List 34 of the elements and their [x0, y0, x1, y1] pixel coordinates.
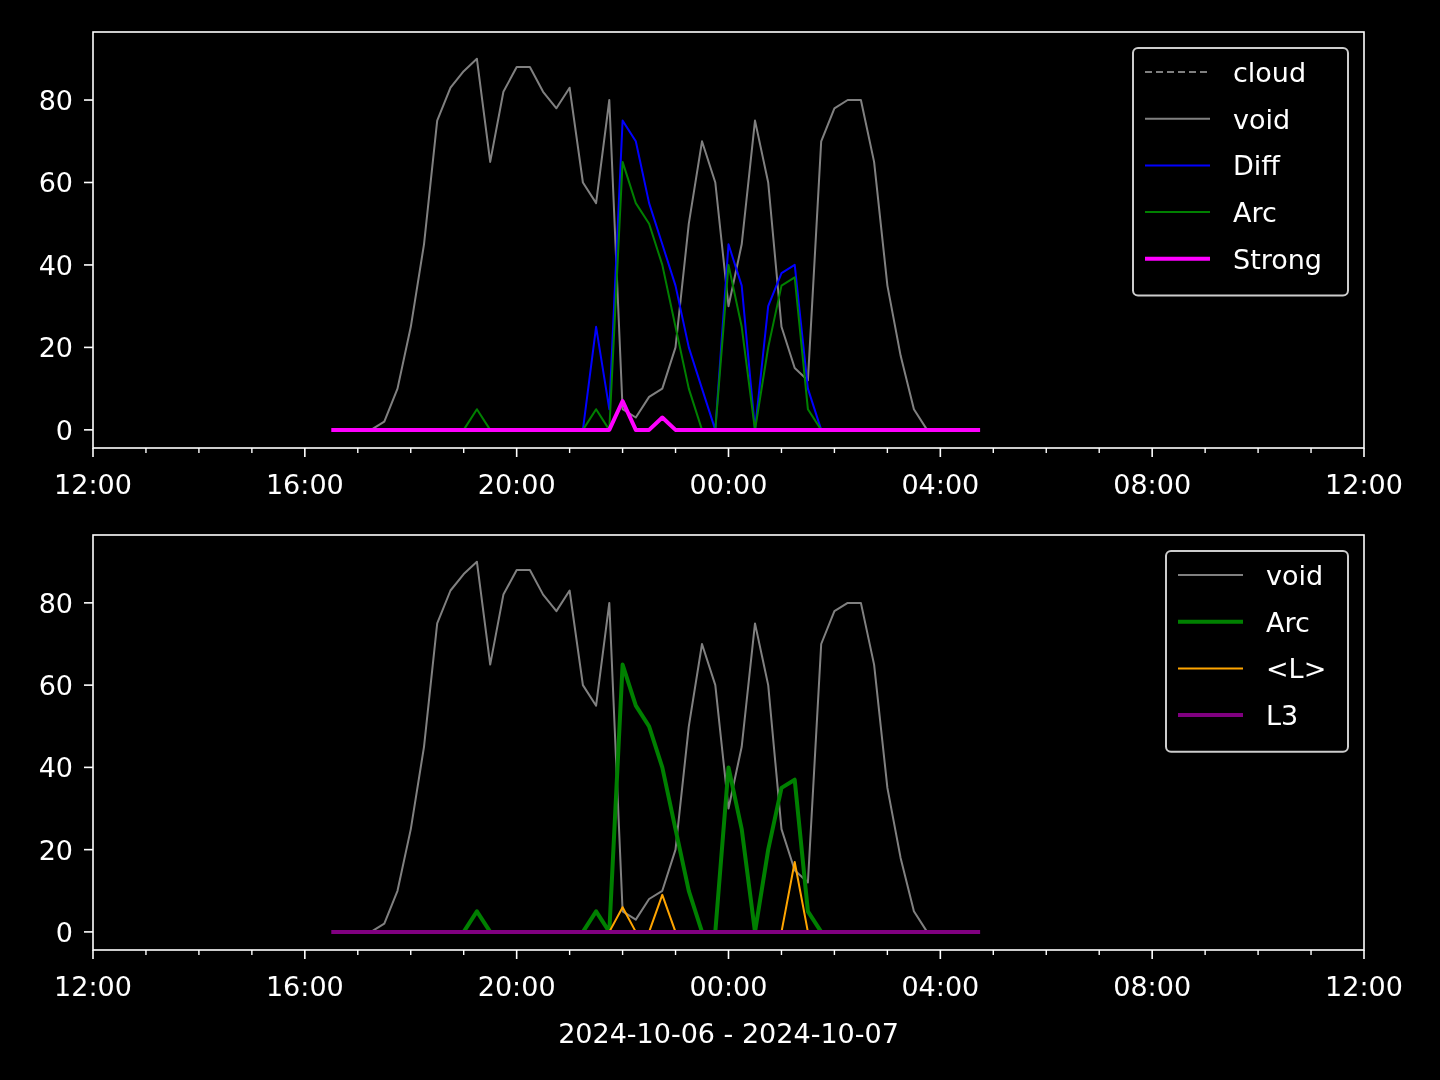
tick-label: 12:00	[1325, 469, 1403, 500]
tick-label: 12:00	[54, 469, 132, 500]
legend-label: Arc	[1266, 606, 1310, 638]
legend-label: Strong	[1233, 243, 1322, 275]
tick-label: 16:00	[265, 971, 344, 1002]
tick-label: 00:00	[689, 469, 768, 500]
legend-label: Arc	[1233, 197, 1277, 229]
legend-label: void	[1233, 103, 1291, 135]
tick-label: 12:00	[54, 971, 132, 1002]
tick-label: 08:00	[1113, 971, 1192, 1002]
tick-label: 16:00	[265, 469, 344, 500]
tick-label: 12:00	[1325, 971, 1403, 1002]
legend-label: L3	[1266, 700, 1299, 732]
tick-label: 0	[55, 414, 73, 446]
tick-label: 04:00	[901, 469, 980, 500]
legend-label: void	[1266, 560, 1324, 591]
tick-label: 40	[38, 752, 73, 784]
tick-label: 20:00	[477, 469, 556, 500]
tick-label: 60	[38, 670, 73, 702]
legend-label: Diff	[1233, 150, 1280, 182]
tick-label: 04:00	[901, 971, 980, 1002]
tick-label: 80	[38, 587, 73, 619]
tick-label: 08:00	[1113, 469, 1192, 500]
tick-label: 00:00	[689, 971, 768, 1002]
tick-label: 0	[55, 916, 73, 948]
tick-label: 40	[38, 249, 73, 281]
legend-label: <L>	[1266, 653, 1327, 685]
tick-label: 20	[38, 332, 73, 364]
tick-label: 20:00	[477, 971, 556, 1002]
legend-label: cloud	[1233, 57, 1307, 88]
tick-label: 20	[38, 834, 73, 866]
tick-label: 80	[38, 85, 73, 117]
tick-label: 60	[38, 167, 73, 199]
axis-title: 2024-10-06 - 2024-10-07	[558, 1018, 899, 1049]
